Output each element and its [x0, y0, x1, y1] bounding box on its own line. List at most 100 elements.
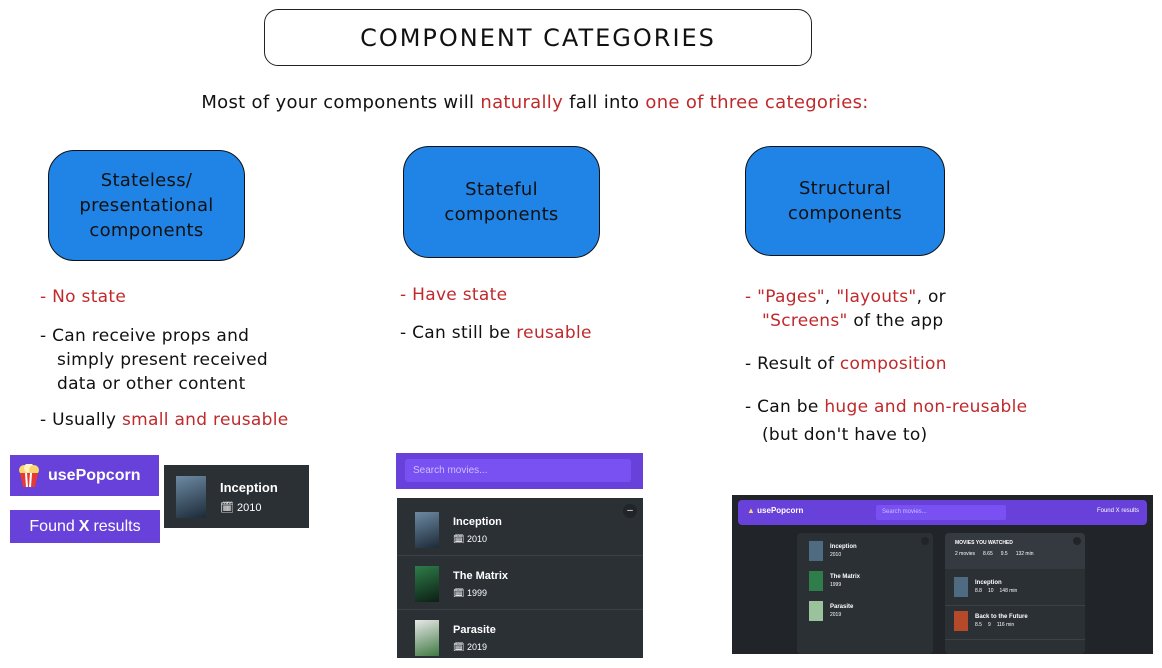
movie-year: 2010: [830, 552, 842, 558]
runtime: 148 min: [999, 588, 1018, 594]
movie-title: Parasite: [453, 623, 496, 636]
logo: usePopcorn: [10, 455, 159, 496]
bullet-line: - Can receive props and: [40, 326, 250, 346]
bullet-emphasis: composition: [839, 354, 947, 374]
logo-label: usePopcorn: [757, 506, 804, 515]
category-box-stateless: Stateless/ presentational components: [48, 150, 245, 261]
watched-summary: MOVIES YOU WATCHED 2 movies 8.65 9.5 132…: [945, 533, 1085, 569]
watched-item: Inception 8.8 10 148 min: [954, 577, 1017, 597]
bullet-text: , or: [916, 287, 946, 307]
page-title: COMPONENT CATEGORIES: [264, 9, 812, 66]
bullet-huge: - Can be huge and non-reusable (but don'…: [745, 395, 1027, 447]
bullet-emphasis: "Screens": [762, 311, 848, 331]
bullet-line: (but don't have to): [762, 425, 928, 445]
movie-title: The Matrix: [830, 574, 861, 580]
movie-title: The Matrix: [453, 569, 509, 582]
bullet-line: data or other content: [57, 374, 246, 394]
app-screenshot: ▲ usePopcorn Search movies... Found X re…: [732, 495, 1153, 654]
calendar-icon: 🗓: [453, 533, 467, 544]
category-box-stateful: Stateful components: [403, 146, 600, 258]
movie-poster: [415, 566, 439, 602]
bullet-reusable: - Can still be reusable: [400, 321, 592, 345]
box-line: components: [444, 204, 559, 225]
box-line: Stateless/: [100, 170, 193, 191]
calendar-icon: 🗓: [453, 587, 467, 598]
movie-poster: [176, 475, 206, 518]
movie-poster: [809, 571, 823, 591]
bullet-usually: - Usually small and reusable: [40, 408, 289, 432]
app-list-box: Inception 2010 The Matrix 1999 Parasite 201…: [797, 533, 933, 654]
intro-text: Most of your components will naturally f…: [0, 92, 1070, 113]
num-results: Found X results: [1096, 508, 1139, 514]
box-line: components: [89, 220, 204, 241]
movie-year: 1999: [830, 582, 842, 588]
user-rating: 10: [987, 588, 994, 594]
box-line: Stateful: [465, 179, 538, 200]
found-count: X: [78, 517, 90, 535]
bullet-pages: - "Pages", "layouts", or "Screens" of th…: [745, 285, 946, 333]
intro-emphasis: naturally: [480, 92, 564, 113]
movie-poster: [415, 620, 439, 656]
movie-year: 1999: [466, 587, 487, 598]
bullet-prefix: - Can be: [745, 397, 825, 417]
list-item[interactable]: Inception 🗓 2010: [415, 512, 502, 548]
calendar-icon: 🗓: [453, 641, 467, 652]
search-bar-panel: Search movies...: [396, 453, 643, 489]
list-item[interactable]: The Matrix 🗓 1999: [415, 566, 508, 602]
box-line: Structural: [798, 178, 892, 199]
search-input[interactable]: Search movies...: [876, 505, 1006, 520]
movie-title: Inception: [453, 515, 502, 528]
bullet-text: ,: [824, 287, 837, 307]
list-item[interactable]: Parasite 2019: [809, 601, 853, 621]
bullet-prefix: - Can still be: [400, 323, 517, 343]
app-logo: ▲ usePopcorn: [747, 506, 803, 515]
stat-movies: 2 movies: [955, 551, 976, 557]
search-input[interactable]: Search movies...: [405, 459, 631, 482]
toggle-button[interactable]: [1073, 537, 1081, 545]
bullet-emphasis: huge and non-reusable: [824, 397, 1028, 417]
toggle-button[interactable]: –: [623, 504, 637, 518]
intro-emphasis: one of three categories:: [645, 92, 869, 113]
bullet-prefix: - Result of: [745, 354, 840, 374]
bullet-prefix: - Usually: [40, 410, 122, 430]
found-suffix: results: [93, 517, 141, 535]
movie-card[interactable]: Inception 🗓 2010: [164, 465, 309, 528]
user-rating: 9: [987, 622, 991, 628]
movie-title: Parasite: [830, 604, 854, 610]
bullet-emphasis: reusable: [516, 323, 592, 343]
movie-poster: [954, 611, 968, 631]
category-box-structural: Structural components: [745, 146, 945, 256]
list-item[interactable]: Inception 2010: [809, 541, 857, 561]
popcorn-icon: [18, 463, 40, 488]
box-line: components: [787, 203, 903, 224]
stat-runtime: 132 min: [1015, 551, 1034, 557]
bullet-have-state: - Have state: [400, 285, 508, 305]
app-watched-box: MOVIES YOU WATCHED 2 movies 8.65 9.5 132…: [945, 533, 1085, 654]
bullet-composition: - Result of composition: [745, 352, 947, 376]
runtime: 116 min: [996, 622, 1015, 628]
movie-title: Inception: [220, 479, 278, 495]
movie-poster: [809, 541, 823, 561]
bullet-emphasis: - "Pages": [745, 287, 825, 307]
intro-part: Most of your components will: [201, 92, 481, 113]
movie-year: 2010: [466, 533, 487, 544]
num-results: Found X results: [10, 510, 160, 543]
list-item[interactable]: Parasite 🗓 2019: [415, 620, 496, 656]
intro-part: fall into: [563, 92, 646, 113]
watched-stats: 2 movies 8.65 9.5 132 min: [955, 551, 1034, 557]
movie-year: 2010: [237, 501, 262, 514]
watched-heading: MOVIES YOU WATCHED: [955, 540, 1013, 546]
stat-imdb: 8.65: [983, 551, 993, 557]
list-item[interactable]: The Matrix 1999: [809, 571, 860, 591]
toggle-button[interactable]: [921, 537, 929, 545]
bullet-props: - Can receive props and simply present r…: [40, 324, 268, 396]
movie-poster: [415, 512, 439, 548]
movie-title: Inception: [975, 580, 1002, 586]
movie-title: Inception: [830, 544, 857, 550]
movie-year-row: 🗓 2010: [220, 501, 278, 514]
bullet-line: simply present received: [57, 350, 268, 370]
imdb-rating: 8.8: [975, 588, 982, 594]
watched-item: Back to the Future 8.5 9 116 min: [954, 611, 1028, 631]
movie-title: Back to the Future: [975, 614, 1028, 620]
stat-user: 9.5: [1000, 551, 1008, 557]
